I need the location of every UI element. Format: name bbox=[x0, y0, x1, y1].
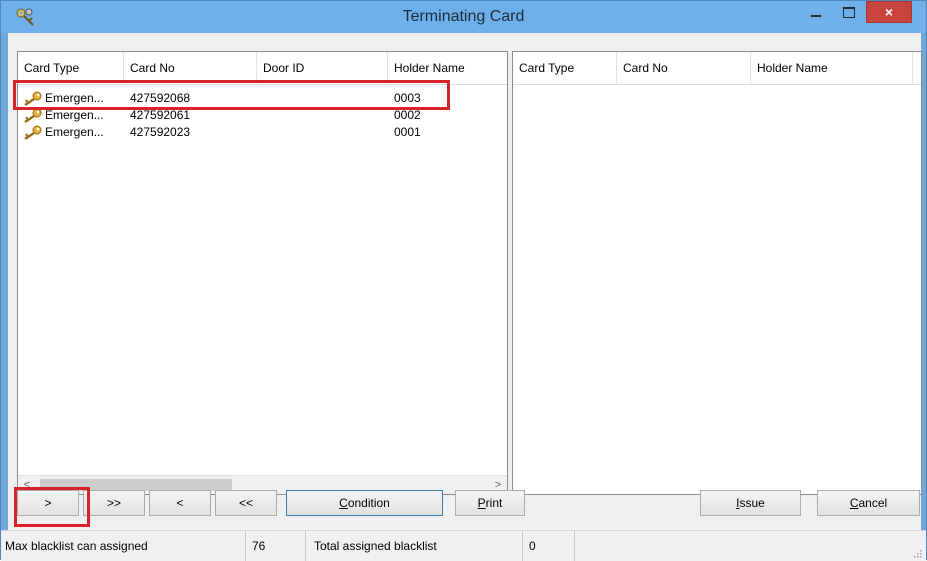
cell-card-type: Emergen... bbox=[45, 125, 104, 139]
status-bar: Max blacklist can assigned 76 Total assi… bbox=[1, 530, 926, 561]
move-button-highlight bbox=[14, 487, 90, 527]
maximize-button[interactable] bbox=[834, 1, 864, 23]
maximize-icon bbox=[843, 6, 855, 18]
move-one-left-button[interactable]: < bbox=[149, 490, 211, 516]
minimize-icon bbox=[811, 15, 821, 17]
dialog-body: Card Type Card No Door ID Holder Name Em… bbox=[8, 33, 922, 554]
print-button[interactable]: Print bbox=[455, 490, 525, 516]
window: Terminating Card × Card Type Card No Doo… bbox=[0, 0, 927, 561]
available-cards-list[interactable]: Card Type Card No Door ID Holder Name Em… bbox=[17, 51, 508, 495]
table-row[interactable]: Emergen... 427592023 0001 bbox=[18, 124, 507, 141]
title-bar[interactable]: Terminating Card × bbox=[1, 1, 926, 33]
max-blacklist-label: Max blacklist can assigned bbox=[1, 531, 246, 561]
selected-row-highlight bbox=[13, 80, 450, 110]
cancel-button[interactable]: Cancel bbox=[817, 490, 920, 516]
move-all-left-button[interactable]: << bbox=[215, 490, 277, 516]
column-header-holder-name[interactable]: Holder Name bbox=[751, 52, 913, 84]
print-accelerator: P bbox=[477, 496, 486, 510]
total-blacklist-label: Total assigned blacklist bbox=[306, 531, 523, 561]
close-icon: × bbox=[884, 4, 894, 20]
minimize-button[interactable] bbox=[801, 1, 831, 23]
move-all-right-button[interactable]: >> bbox=[83, 490, 145, 516]
total-blacklist-value: 0 bbox=[523, 531, 575, 561]
print-label: rint bbox=[485, 496, 503, 510]
key-icon bbox=[24, 125, 42, 140]
cell-card-no: 427592023 bbox=[130, 125, 191, 139]
max-blacklist-value: 76 bbox=[246, 531, 306, 561]
condition-button[interactable]: Condition bbox=[286, 490, 443, 516]
terminated-cards-list[interactable]: Card Type Card No Holder Name bbox=[512, 51, 922, 495]
cancel-label: ancel bbox=[858, 496, 888, 510]
column-header-card-no[interactable]: Card No bbox=[617, 52, 751, 84]
resize-grip-icon[interactable] bbox=[912, 548, 922, 558]
issue-label: ssue bbox=[739, 496, 765, 510]
condition-label: ondition bbox=[347, 496, 390, 510]
column-header-card-type[interactable]: Card Type bbox=[513, 52, 617, 84]
key-icon bbox=[24, 108, 42, 123]
close-button[interactable]: × bbox=[866, 1, 912, 23]
cell-holder-name: 0001 bbox=[394, 125, 421, 139]
window-title: Terminating Card bbox=[402, 8, 525, 25]
issue-button[interactable]: Issue bbox=[700, 490, 801, 516]
condition-accelerator: C bbox=[339, 496, 348, 510]
list-header: Card Type Card No Holder Name bbox=[513, 52, 921, 85]
